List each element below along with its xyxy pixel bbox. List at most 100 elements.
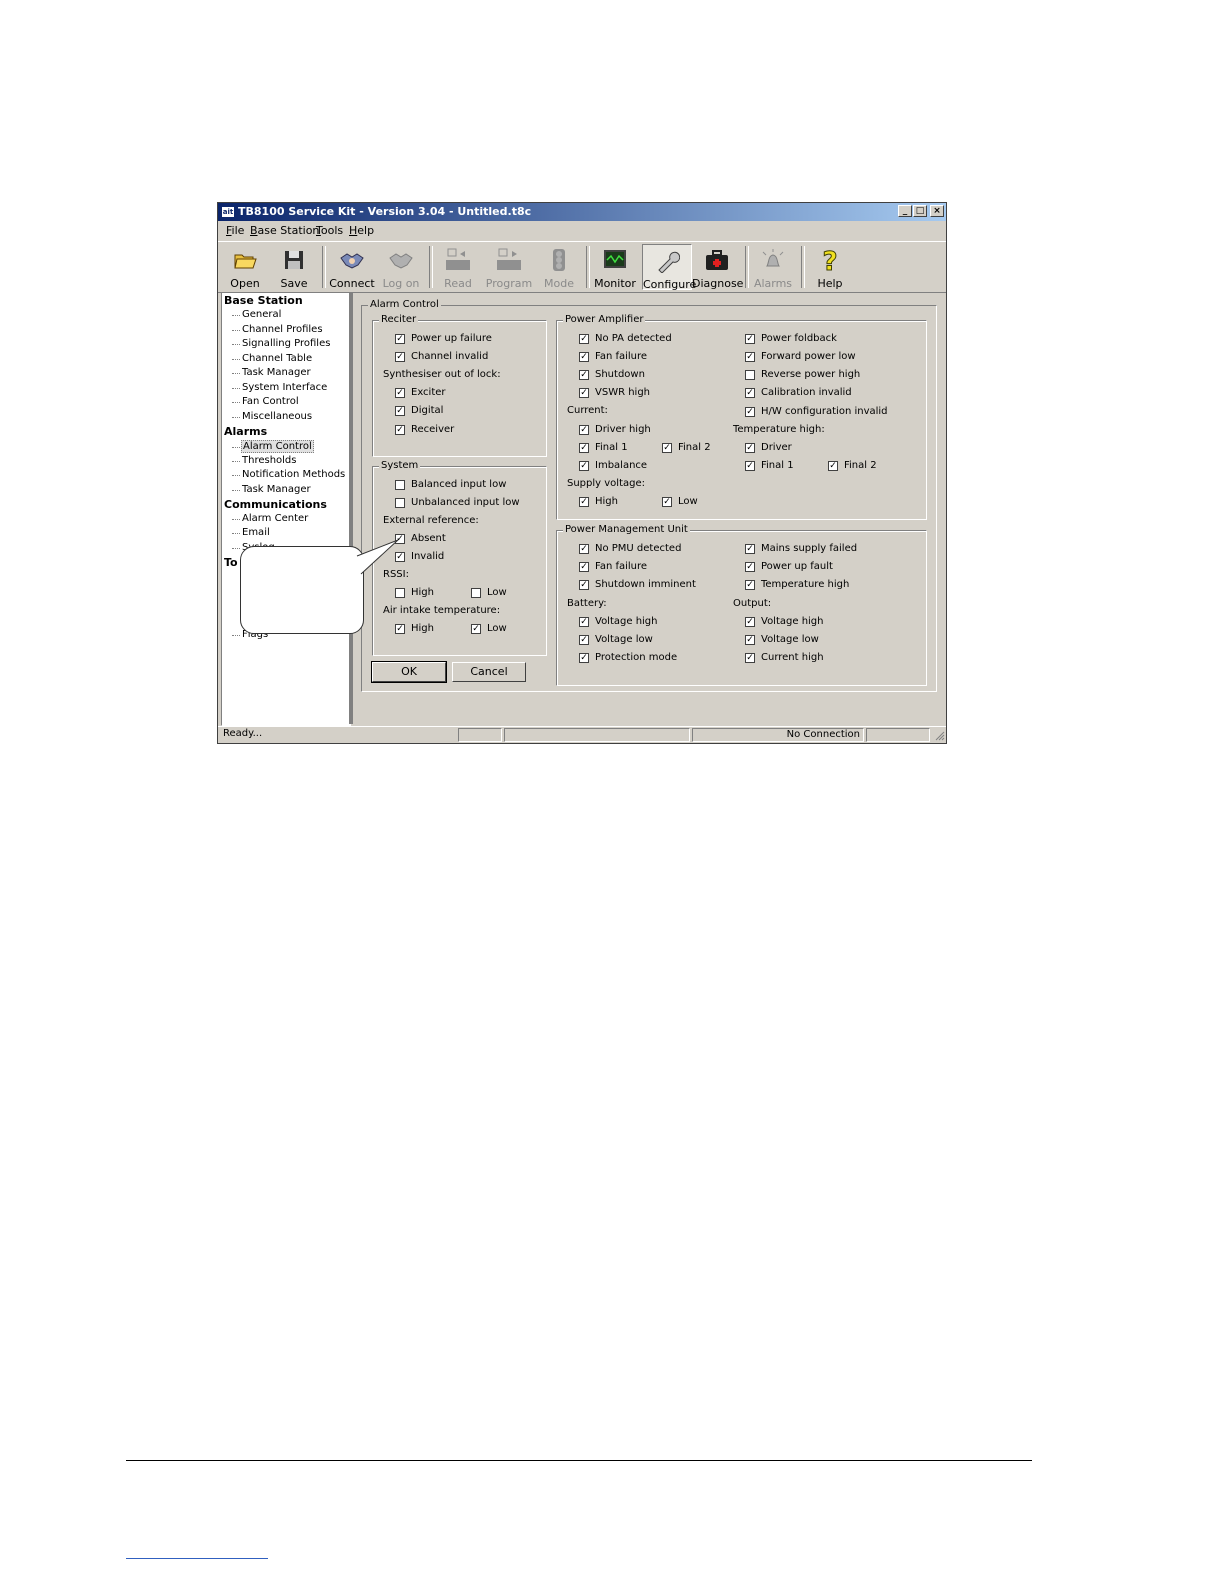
no-pa-detected-label: No PA detected: [595, 333, 672, 344]
battery-voltage-low-checkbox[interactable]: ✓: [579, 635, 589, 645]
hw-config-invalid-checkbox[interactable]: ✓: [745, 407, 755, 417]
status-pane-1: [458, 728, 502, 742]
tree-group-communications[interactable]: Communications: [224, 498, 327, 511]
driver-high-checkbox[interactable]: ✓: [579, 425, 589, 435]
tree-group-tools[interactable]: To: [224, 556, 238, 569]
tree-item-channel-profiles[interactable]: Channel Profiles: [232, 324, 323, 335]
shutdown-checkbox[interactable]: ✓: [579, 370, 589, 380]
monitor-button[interactable]: Monitor: [590, 244, 640, 290]
svg-text:?: ?: [822, 248, 837, 272]
power-up-failure-checkbox[interactable]: ✓: [395, 334, 405, 344]
tree-item-thresholds[interactable]: Thresholds: [232, 455, 297, 466]
temp-final1-checkbox[interactable]: ✓: [745, 461, 755, 471]
channel-invalid-label: Channel invalid: [411, 351, 489, 362]
floppy-disk-icon: [285, 251, 303, 269]
tree-group-alarms[interactable]: Alarms: [224, 425, 267, 438]
current-label: Current:: [567, 405, 608, 416]
output-voltage-low-checkbox[interactable]: ✓: [745, 635, 755, 645]
cancel-button[interactable]: Cancel: [452, 662, 526, 682]
tree-item-system-interface[interactable]: System Interface: [231, 382, 327, 393]
tree-item-alarm-control[interactable]: Alarm Control: [232, 440, 314, 453]
supply-low-checkbox[interactable]: ✓: [662, 497, 672, 507]
protection-mode-checkbox[interactable]: ✓: [579, 653, 589, 663]
close-button[interactable]: ×: [930, 205, 944, 217]
power-up-fault-checkbox[interactable]: ✓: [745, 562, 755, 572]
current-high-label: Current high: [761, 652, 824, 663]
ok-button[interactable]: OK: [371, 661, 447, 683]
tree-item-alarm-task-manager[interactable]: Task Manager: [232, 484, 311, 495]
menu-file[interactable]: File: [226, 224, 244, 237]
menu-tools[interactable]: Tools: [316, 224, 343, 237]
log-on-button[interactable]: Log on: [376, 244, 426, 290]
connect-button[interactable]: Connect: [327, 244, 377, 290]
tree-item-general[interactable]: General: [231, 309, 281, 320]
channel-invalid-checkbox[interactable]: ✓: [395, 352, 405, 362]
mode-button[interactable]: Mode: [534, 244, 584, 290]
help-button[interactable]: ? Help: [805, 244, 855, 290]
imbalance-label: Imbalance: [595, 460, 648, 471]
calibration-invalid-checkbox[interactable]: ✓: [745, 388, 755, 398]
output-voltage-high-checkbox[interactable]: ✓: [745, 617, 755, 627]
open-button[interactable]: Open: [220, 244, 270, 290]
invalid-label: Invalid: [411, 551, 445, 562]
shutdown-imminent-checkbox[interactable]: ✓: [579, 580, 589, 590]
menu-help[interactable]: Help: [349, 224, 374, 237]
rssi-high-checkbox[interactable]: [395, 588, 405, 598]
tree-group-base-station[interactable]: Base Station: [224, 294, 303, 307]
status-pane-2: [504, 728, 690, 742]
tree-item-channel-table[interactable]: Channel Table: [231, 353, 312, 364]
splitter[interactable]: [349, 292, 353, 724]
reverse-power-high-checkbox[interactable]: [745, 370, 755, 380]
program-button[interactable]: Program: [484, 244, 534, 290]
unbalanced-input-low-checkbox[interactable]: [395, 498, 405, 508]
menu-base-station[interactable]: Base Station: [250, 224, 319, 237]
current-final1-checkbox[interactable]: ✓: [579, 443, 589, 453]
tree-item-notification-methods[interactable]: Notification Methods: [231, 469, 345, 480]
resize-grip-icon[interactable]: [934, 730, 945, 741]
maximize-button[interactable]: □: [913, 205, 927, 217]
rssi-low-checkbox[interactable]: [471, 588, 481, 598]
current-final2-checkbox[interactable]: ✓: [662, 443, 672, 453]
program-icon: [497, 248, 521, 270]
power-foldback-checkbox[interactable]: ✓: [745, 334, 755, 344]
no-pa-detected-checkbox[interactable]: ✓: [579, 334, 589, 344]
mains-supply-failed-checkbox[interactable]: ✓: [745, 544, 755, 554]
configure-button[interactable]: Configure: [642, 244, 696, 291]
current-high-checkbox[interactable]: ✓: [745, 653, 755, 663]
tree-item-miscellaneous[interactable]: Miscellaneous: [231, 411, 312, 422]
digital-checkbox[interactable]: ✓: [395, 406, 405, 416]
pa-fan-failure-checkbox[interactable]: ✓: [579, 352, 589, 362]
vswr-high-checkbox[interactable]: ✓: [579, 388, 589, 398]
air-low-checkbox[interactable]: ✓: [471, 624, 481, 634]
tree-item-fan-control[interactable]: Fan Control: [232, 396, 299, 407]
monitor-label: Monitor: [594, 277, 636, 290]
battery-voltage-high-checkbox[interactable]: ✓: [579, 617, 589, 627]
exciter-label: Exciter: [411, 387, 446, 398]
temp-final2-checkbox[interactable]: ✓: [828, 461, 838, 471]
forward-power-low-checkbox[interactable]: ✓: [745, 352, 755, 362]
pmu-temperature-high-checkbox[interactable]: ✓: [745, 580, 755, 590]
receiver-checkbox[interactable]: ✓: [395, 425, 405, 435]
air-high-checkbox[interactable]: ✓: [395, 624, 405, 634]
tree-item-task-manager[interactable]: Task Manager: [232, 367, 311, 378]
balanced-input-low-checkbox[interactable]: [395, 480, 405, 490]
tree-item-signalling-profiles[interactable]: Signalling Profiles: [231, 338, 330, 349]
pmu-fan-failure-checkbox[interactable]: ✓: [579, 562, 589, 572]
imbalance-checkbox[interactable]: ✓: [579, 461, 589, 471]
tree-item-alarm-center[interactable]: Alarm Center: [231, 513, 308, 524]
minimize-button[interactable]: _: [898, 205, 912, 217]
save-button[interactable]: Save: [269, 244, 319, 290]
alarms-button[interactable]: Alarms: [748, 244, 798, 290]
diagnose-button[interactable]: Diagnose: [692, 244, 743, 290]
status-pane-4: [866, 728, 930, 742]
temp-driver-checkbox[interactable]: ✓: [745, 443, 755, 453]
open-label: Open: [230, 277, 260, 290]
tree-item-email[interactable]: Email: [232, 527, 270, 538]
output-voltage-high-label: Voltage high: [761, 616, 824, 627]
reverse-power-high-label: Reverse power high: [761, 369, 861, 380]
shutdown-imminent-label: Shutdown imminent: [595, 579, 696, 590]
exciter-checkbox[interactable]: ✓: [395, 388, 405, 398]
read-button[interactable]: Read: [433, 244, 483, 290]
supply-high-checkbox[interactable]: ✓: [579, 497, 589, 507]
no-pmu-detected-checkbox[interactable]: ✓: [579, 544, 589, 554]
